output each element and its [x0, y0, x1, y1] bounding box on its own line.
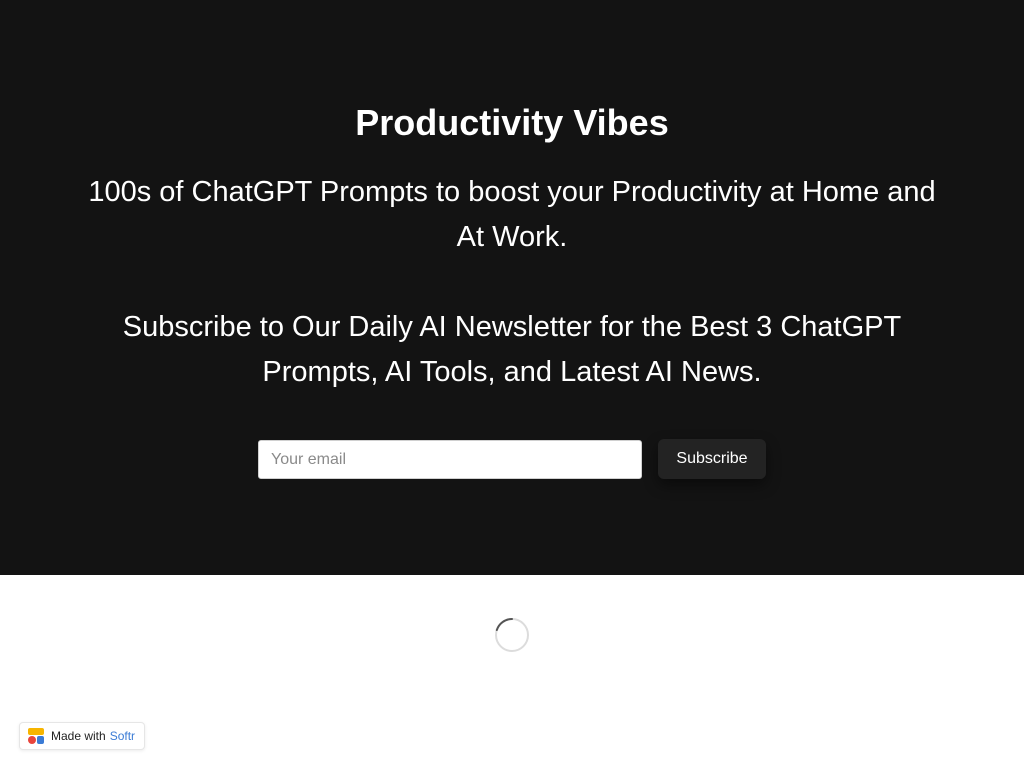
- made-with-label: Made with: [51, 729, 106, 743]
- made-with-softr-badge[interactable]: Made with Softr: [19, 722, 146, 750]
- page-title: Productivity Vibes: [355, 102, 669, 143]
- subscribe-button[interactable]: Subscribe: [658, 439, 766, 479]
- hero-section: Productivity Vibes 100s of ChatGPT Promp…: [0, 0, 1024, 575]
- hero-description: 100s of ChatGPT Prompts to boost your Pr…: [88, 176, 936, 253]
- email-input[interactable]: [258, 440, 642, 479]
- hero-subscribe-text: Subscribe to Our Daily AI Newsletter for…: [122, 311, 902, 388]
- loading-spinner-icon: [495, 618, 529, 652]
- softr-logo-icon: [28, 728, 44, 744]
- softr-brand-label: Softr: [109, 729, 136, 743]
